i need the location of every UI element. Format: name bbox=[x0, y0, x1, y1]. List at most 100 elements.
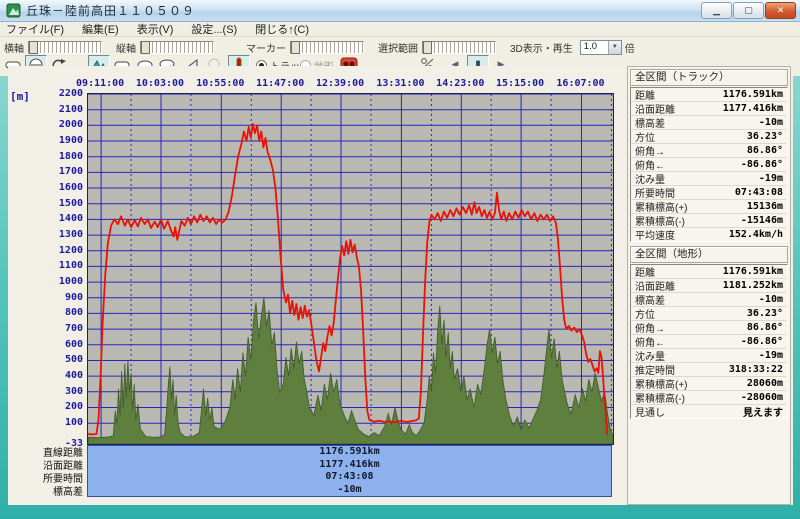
stats-row-label: 俯角← bbox=[635, 334, 665, 349]
y-axis-tick-label: 1700 bbox=[40, 166, 83, 177]
stats-row: 方位 36.23° bbox=[631, 307, 787, 321]
stats-row: 沈み量 -19m bbox=[631, 172, 787, 186]
stats-row-value: 1177.416km bbox=[723, 103, 783, 114]
selection-slider-thumb[interactable] bbox=[423, 41, 432, 54]
stats-row-value: -86.86° bbox=[741, 336, 783, 347]
stats-row-label: 方位 bbox=[635, 129, 655, 144]
h-axis-slider-thumb[interactable] bbox=[29, 41, 38, 54]
stats-row: 累積標高(+) 15136m bbox=[631, 200, 787, 214]
stats-row: 沿面距離1181.252km bbox=[631, 279, 787, 293]
x-axis-tick-label: 13:31:00 bbox=[372, 78, 428, 89]
y-axis-tick-label: 1800 bbox=[40, 151, 83, 162]
y-axis-tick-label: 500 bbox=[40, 354, 83, 365]
stats-row-value: -19m bbox=[759, 350, 783, 361]
menu-item[interactable]: 閉じる↑(C) bbox=[255, 21, 309, 37]
stats-row-value: 36.23° bbox=[747, 308, 783, 319]
selection-slider[interactable] bbox=[422, 41, 496, 54]
stats-row-value: 1176.591km bbox=[723, 266, 783, 277]
stats-panel: 全区間（トラック） 距離1176.591km沿面距離1177.416km標高差-… bbox=[627, 66, 791, 505]
y-axis-tick-label: 1400 bbox=[40, 213, 83, 224]
readout-box: 1176.591km1177.416km07:43:08-10m bbox=[87, 445, 612, 497]
y-axis-tick-label: 800 bbox=[40, 307, 83, 318]
stats-row-value: -19m bbox=[759, 173, 783, 184]
stats-row: 距離 1176.591km bbox=[631, 265, 787, 279]
stats-row-label: 沈み量 bbox=[635, 171, 665, 186]
playback-speed-value: 1.0 bbox=[581, 41, 608, 54]
selection-slider-label: 選択範囲 bbox=[378, 40, 418, 55]
x-axis-tick-label: 16:07:00 bbox=[553, 78, 609, 89]
y-axis-tick-label: 100 bbox=[40, 417, 83, 428]
stats-row-label: 平均速度 bbox=[635, 227, 675, 242]
menu-item[interactable]: 設定...(S) bbox=[191, 21, 237, 37]
stats-row-label: 累積標高(+) bbox=[635, 199, 688, 214]
stats-row-label: 累積標高(-) bbox=[635, 390, 685, 405]
menu-item[interactable]: 表示(V) bbox=[137, 21, 174, 37]
x-axis-tick-label: 14:23:00 bbox=[432, 78, 488, 89]
y-axis-tick-label: 400 bbox=[40, 370, 83, 381]
title-bar: 丘珠－陸前高田１１０５０９ ▁ ▢ ✕ bbox=[0, 0, 800, 22]
readout-row-label: 沿面距離 bbox=[4, 460, 83, 473]
y-axis-tick-label: 1900 bbox=[40, 135, 83, 146]
y-axis-tick-label: 300 bbox=[40, 386, 83, 397]
stats-row-value: 28060m bbox=[747, 378, 783, 389]
stats-row-label: 沿面距離 bbox=[635, 278, 675, 293]
stats-row-label: 累積標高(-) bbox=[635, 213, 685, 228]
minimize-button[interactable]: ▁ bbox=[701, 2, 732, 19]
stats-row: 累積標高(-)-28060m bbox=[631, 391, 787, 405]
readout-row-value: 1176.591km bbox=[88, 446, 611, 459]
readout-row-label: 標高差 bbox=[4, 486, 83, 499]
stats-section-title-track: 全区間（トラック） bbox=[630, 69, 788, 86]
x-axis-tick-label: 15:15:00 bbox=[492, 78, 548, 89]
stats-row: 平均速度152.4km/h bbox=[631, 228, 787, 241]
x-axis-tick-label: 11:47:00 bbox=[252, 78, 308, 89]
readout-row-label: 所要時間 bbox=[4, 473, 83, 486]
app-icon bbox=[6, 3, 21, 18]
close-button[interactable]: ✕ bbox=[765, 2, 796, 19]
chevron-down-icon[interactable]: ▼ bbox=[608, 41, 621, 54]
y-axis-tick-label: 1600 bbox=[40, 182, 83, 193]
stats-row-label: 沈み量 bbox=[635, 348, 665, 363]
y-axis-tick-label: 900 bbox=[40, 292, 83, 303]
stats-row-value: -10m bbox=[759, 294, 783, 305]
stats-row-label: 距離 bbox=[635, 264, 655, 279]
marker-slider-thumb[interactable] bbox=[291, 41, 300, 54]
stats-row: 沿面距離1177.416km bbox=[631, 102, 787, 116]
stats-row: 所要時間07:43:08 bbox=[631, 186, 787, 200]
v-axis-slider-thumb[interactable] bbox=[141, 41, 150, 54]
readout-row-value: -10m bbox=[88, 484, 611, 497]
stats-row: 俯角← -86.86° bbox=[631, 335, 787, 349]
stats-row-label: 俯角→ bbox=[635, 320, 665, 335]
y-axis-tick-label: 2200 bbox=[40, 88, 83, 99]
stats-row-label: 方位 bbox=[635, 306, 655, 321]
menu-item[interactable]: 編集(E) bbox=[82, 21, 119, 37]
y-axis-unit-label: [m] bbox=[10, 90, 30, 103]
stats-row-label: 所要時間 bbox=[635, 185, 675, 200]
y-axis-tick-label: 1500 bbox=[40, 198, 83, 209]
readout-labels: 直線距離沿面距離所要時間標高差 bbox=[4, 447, 83, 499]
marker-slider[interactable] bbox=[290, 41, 364, 54]
h-axis-slider-label: 横軸 bbox=[4, 40, 24, 55]
x-axis-tick-label: 10:03:00 bbox=[132, 78, 188, 89]
stats-row: 推定時間318:33:22 bbox=[631, 363, 787, 377]
playback-speed-select[interactable]: 1.0 ▼ bbox=[580, 40, 622, 55]
stats-row-value: 15136m bbox=[747, 201, 783, 212]
stats-row: 俯角→86.86° bbox=[631, 144, 787, 158]
stats-row-label: 累積標高(+) bbox=[635, 376, 688, 391]
menu-bar: ファイル(F)編集(E)表示(V)設定...(S)閉じる↑(C) bbox=[0, 22, 800, 37]
readout-row-label: 直線距離 bbox=[4, 447, 83, 460]
app-window: 丘珠－陸前高田１１０５０９ ▁ ▢ ✕ ファイル(F)編集(E)表示(V)設定.… bbox=[0, 0, 800, 519]
stats-row: 沈み量 -19m bbox=[631, 349, 787, 363]
stats-section-title-terrain: 全区間（地形） bbox=[630, 246, 788, 263]
window-controls: ▁ ▢ ✕ bbox=[701, 2, 796, 19]
stats-row-value: 86.86° bbox=[747, 322, 783, 333]
y-axis-tick-label: 1300 bbox=[40, 229, 83, 240]
y-axis-tick-label: 600 bbox=[40, 339, 83, 350]
toolbar-row-axis-controls: 横軸 縦軸 マーカー 選択範囲 3D表示・再生 1.0 ▼ 倍 bbox=[0, 39, 644, 55]
stats-row-value: 318:33:22 bbox=[729, 364, 783, 375]
y-axis-tick-label: 1200 bbox=[40, 245, 83, 256]
maximize-button[interactable]: ▢ bbox=[733, 2, 764, 19]
y-axis-tick-label: 2000 bbox=[40, 119, 83, 130]
v-axis-slider[interactable] bbox=[140, 41, 214, 54]
stats-row-value: -15146m bbox=[741, 215, 783, 226]
elevation-chart[interactable] bbox=[87, 93, 614, 445]
